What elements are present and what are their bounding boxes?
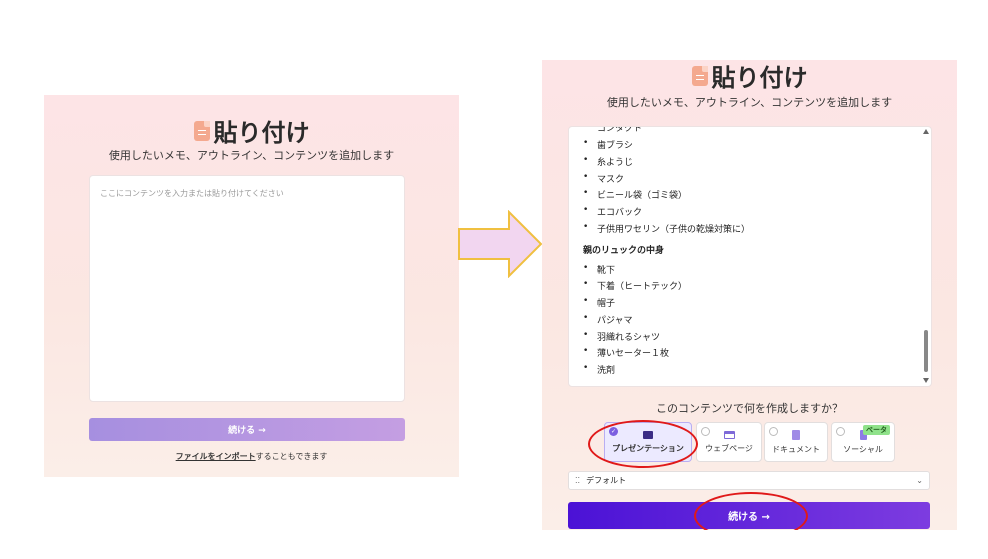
page-title: 貼り付け [213,119,310,147]
right-arrow-icon [458,210,543,278]
textarea-scrollbar[interactable] [923,127,929,386]
drag-handle-icon: ⁚⁚ [575,476,581,485]
continue-button[interactable]: 続ける → [89,418,405,441]
chevron-down-icon: ⌄ [916,476,923,485]
scroll-down-icon[interactable] [923,378,929,383]
content-textarea[interactable]: コンタクト 歯ブラシ 糸ようじ マスク ビニール袋（ゴミ袋） エコバック 子供用… [568,126,932,387]
radio-icon [769,427,778,436]
option-social[interactable]: ベータ ソーシャル [831,422,895,462]
annotation-highlight-continue [694,492,808,530]
page-subtitle: 使用したいメモ、アウトライン、コンテンツを追加します [108,149,395,162]
document-icon [193,120,210,141]
beta-badge: ベータ [863,425,890,435]
paste-panel-before: 貼り付け 使用したいメモ、アウトライン、コンテンツを追加します ここにコンテンツ… [44,95,459,477]
option-document[interactable]: ドキュメント [764,422,828,462]
page-title-row: 貼り付け [44,113,459,148]
import-file-link[interactable]: ファイルをインポート [176,452,256,461]
option-label: ウェブページ [705,443,753,453]
theme-select-value: デフォルト [586,476,627,485]
scroll-up-icon[interactable] [923,129,929,134]
content-textarea[interactable]: ここにコンテンツを入力または貼り付けてください [89,175,405,402]
radio-icon [836,427,845,436]
import-suffix: することもできます [255,452,328,461]
option-webpage[interactable]: ウェブページ [696,422,762,462]
annotation-highlight-presentation [588,420,698,468]
webpage-icon [723,430,735,439]
document-icon [792,429,800,440]
paste-panel-after: 貼り付け 使用したいメモ、アウトライン、コンテンツを追加します コンタクト 歯ブ… [542,60,957,530]
textarea-placeholder: ここにコンテンツを入力または貼り付けてください [100,189,284,198]
page-subtitle: 使用したいメモ、アウトライン、コンテンツを追加します [606,96,893,109]
page-title-row: 貼り付け [542,60,957,93]
option-label: ソーシャル [843,444,883,454]
create-question: このコンテンツで何を作成しますか？ [656,402,843,415]
document-icon [691,65,708,86]
radio-icon [701,427,710,436]
import-line: ファイルをインポートすることもできます [44,451,459,462]
scrollbar-thumb[interactable] [924,330,928,372]
theme-select[interactable]: ⁚⁚ デフォルト ⌄ [568,471,930,490]
page-title: 貼り付け [711,64,808,92]
option-label: ドキュメント [772,444,820,454]
list-heading: 親のリュックの中身 [583,246,665,256]
